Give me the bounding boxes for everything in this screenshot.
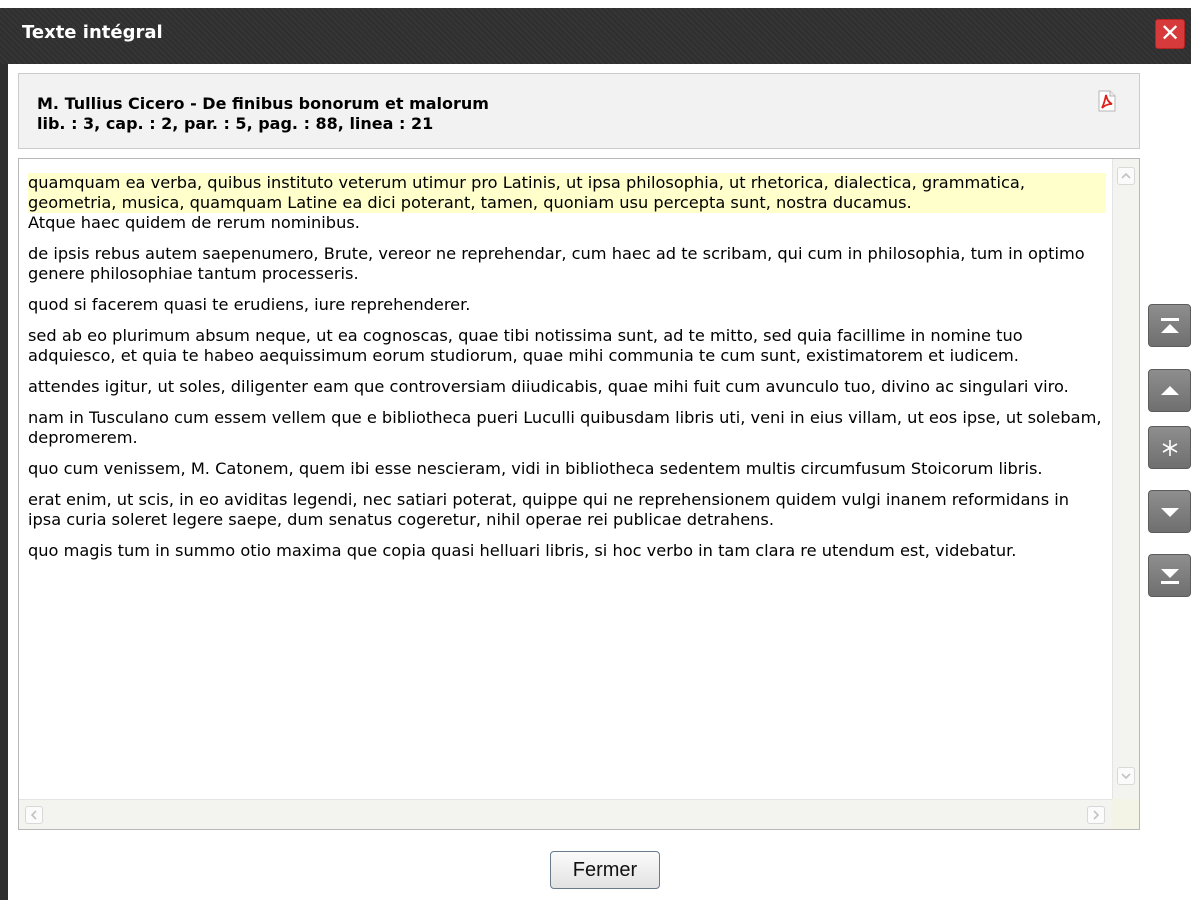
chevron-right-icon [1093, 810, 1100, 820]
nav-current-button[interactable] [1148, 426, 1191, 469]
scroll-right-button[interactable] [1087, 806, 1105, 824]
text-paragraph: erat enim, ut scis, in eo aviditas legen… [28, 490, 1070, 529]
text-paragraph: Atque haec quidem de rerum nominibus. [28, 213, 360, 232]
dialog-left-border [0, 8, 8, 900]
text-paragraph: sed ab eo plurimum absum neque, ut ea co… [28, 326, 1023, 365]
document-reference: lib. : 3, cap. : 2, par. : 5, pag. : 88,… [37, 114, 434, 133]
text-paragraph: attendes igitur, ut soles, diligenter ea… [28, 377, 1069, 396]
text-paragraph: quo cum venissem, M. Catonem, quem ibi e… [28, 459, 1043, 478]
arrow-down-icon [1161, 508, 1179, 517]
arrow-to-bottom-icon [1161, 569, 1179, 584]
close-icon[interactable]: ✕ [1155, 19, 1185, 49]
dialog-title: Texte intégral [22, 22, 163, 43]
full-text-content: quamquam ea verba, quibus instituto vete… [28, 173, 1106, 572]
close-button[interactable]: Fermer [550, 851, 660, 889]
horizontal-scrollbar[interactable] [19, 799, 1113, 829]
nav-first-button[interactable] [1148, 304, 1191, 347]
page-top-margin [0, 0, 1191, 8]
nav-down-button[interactable] [1148, 490, 1191, 533]
dialog-titlebar[interactable]: Texte intégral [0, 8, 1191, 64]
text-paragraph: de ipsis rebus autem saepenumero, Brute,… [28, 244, 1085, 283]
scrollbar-corner [1112, 799, 1139, 829]
vertical-scrollbar[interactable] [1112, 159, 1139, 799]
nav-up-button[interactable] [1148, 369, 1191, 412]
text-paragraph: quo magis tum in summo otio maxima que c… [28, 541, 1017, 560]
pdf-icon[interactable] [1097, 90, 1117, 112]
scroll-left-button[interactable] [25, 806, 43, 824]
document-title: M. Tullius Cicero - De finibus bonorum e… [37, 94, 489, 113]
scroll-up-button[interactable] [1117, 167, 1135, 185]
arrow-to-top-icon [1161, 318, 1179, 333]
chevron-down-icon [1121, 773, 1131, 780]
text-paragraph: nam in Tusculano cum essem vellem que e … [28, 408, 1102, 447]
highlighted-paragraph: quamquam ea verba, quibus instituto vete… [28, 173, 1106, 213]
arrow-up-icon [1161, 386, 1179, 395]
text-paragraph: quod si facerem quasi te erudiens, iure … [28, 295, 471, 314]
chevron-left-icon [30, 810, 37, 820]
document-header: M. Tullius Cicero - De finibus bonorum e… [18, 73, 1140, 149]
asterisk-icon [1162, 440, 1178, 456]
chevron-up-icon [1121, 172, 1131, 179]
scroll-down-button[interactable] [1117, 767, 1135, 785]
full-text-panel[interactable]: quamquam ea verba, quibus instituto vete… [18, 158, 1140, 830]
nav-last-button[interactable] [1148, 554, 1191, 597]
